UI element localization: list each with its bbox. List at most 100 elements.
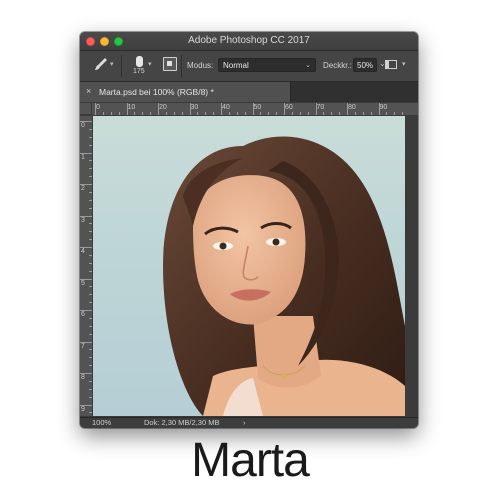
ruler-top-minor-tick <box>299 112 301 115</box>
ruler-top-minor-tick <box>236 112 238 115</box>
ruler-left-minor-tick <box>89 231 92 233</box>
ruler-left-label: 2 <box>81 185 85 192</box>
close-tab-icon[interactable]: × <box>86 86 91 96</box>
ruler-top-minor-tick <box>134 112 136 115</box>
ruler-left-tick <box>80 152 92 154</box>
ruler-top-label: 60 <box>285 104 293 111</box>
document-tab-label: Marta.psd bei 100% (RGB/8) * <box>99 87 214 97</box>
ruler-left-minor-tick <box>89 128 92 130</box>
caption: Marta <box>191 434 310 487</box>
ruler-top-minor-tick <box>394 112 396 115</box>
document-info: Dok: 2,30 MB/2,30 MB <box>144 418 220 427</box>
ruler-left-minor-tick <box>89 388 92 390</box>
deckkr-input[interactable]: 50% <box>353 58 377 72</box>
vertical-ruler[interactable]: 0 1 2 3 4 5 6 7 8 9 <box>80 116 93 416</box>
modus-value: Normal <box>223 61 249 70</box>
status-bar: 100% Dok: 2,30 MB/2,30 MB › <box>80 417 418 428</box>
ruler-corner[interactable] <box>80 103 92 115</box>
ruler-top-minor-tick <box>181 112 183 115</box>
ruler-top-tick <box>189 103 191 115</box>
ruler-left-label: 4 <box>81 248 85 255</box>
ruler-left-minor-tick <box>89 270 92 272</box>
portrait-photo <box>163 136 405 416</box>
modus-select[interactable]: Normal ⌄ <box>218 58 316 72</box>
ruler-top-minor-tick <box>386 112 388 115</box>
ruler-top-minor-tick <box>276 112 278 115</box>
ruler-top-minor-tick <box>118 112 120 115</box>
ruler-top-minor-tick <box>173 112 175 115</box>
ruler-top-minor-tick <box>291 112 293 115</box>
ruler-top-minor-tick <box>362 112 364 115</box>
ruler-top-tick <box>284 103 285 115</box>
separator <box>121 55 122 77</box>
ruler-left-minor-tick <box>89 176 92 178</box>
document-tab[interactable]: × Marta.psd bei 100% (RGB/8) * <box>80 82 291 102</box>
panel-chevron-down-icon[interactable]: ▾ <box>402 60 406 68</box>
ruler-top-label: 20 <box>159 104 167 111</box>
ruler-left-minor-tick <box>89 396 92 398</box>
ruler-top-minor-tick <box>228 112 230 115</box>
status-menu-arrow-icon[interactable]: › <box>243 418 246 427</box>
ruler-left-tick <box>80 121 92 122</box>
ruler-top-tick <box>378 103 380 115</box>
ruler-top-minor-tick <box>268 112 270 115</box>
ruler-left-minor-tick <box>89 365 92 367</box>
ruler-top-label: 30 <box>190 104 199 111</box>
tool-preset-chevron-down-icon[interactable]: ▾ <box>110 60 114 68</box>
ruler-left-minor-tick <box>89 207 92 209</box>
horizontal-ruler[interactable]: 0 10 20 30 40 50 60 70 80 90 <box>92 103 418 116</box>
panel-toggle-icon[interactable] <box>385 60 397 69</box>
ruler-top-tick <box>347 103 348 115</box>
ruler-left-label: 6 <box>81 311 85 318</box>
ruler-left-minor-tick <box>89 357 92 359</box>
zoom-level[interactable]: 100% <box>92 418 111 427</box>
document-tab-bar: × Marta.psd bei 100% (RGB/8) * <box>80 82 418 102</box>
deckkr-label: Deckkr.: <box>323 61 352 70</box>
ruler-left-minor-tick <box>89 294 92 296</box>
ruler-top-minor-tick <box>323 112 325 115</box>
ruler-left-minor-tick <box>89 144 92 146</box>
ruler-top-label: 70 <box>316 104 325 111</box>
ruler-top-minor-tick <box>402 112 404 115</box>
ruler-left-label: 0 <box>81 122 85 129</box>
ruler-left-minor-tick <box>89 317 92 319</box>
ruler-top-label: 90 <box>379 104 388 111</box>
modus-label: Modus: <box>187 61 214 70</box>
ruler-left-tick <box>80 184 92 185</box>
ruler-left-label: 7 <box>81 342 85 350</box>
document-canvas[interactable] <box>93 116 405 416</box>
ruler-top-tick <box>221 103 222 115</box>
title-bar: Adobe Photoshop CC 2017 <box>80 32 418 51</box>
ruler-left-minor-tick <box>89 333 92 335</box>
ruler-left-tick <box>80 215 92 217</box>
ruler-top-tick <box>126 103 128 115</box>
ruler-top-minor-tick <box>197 112 199 115</box>
brush-tool-icon[interactable] <box>94 57 108 74</box>
ruler-left-minor-tick <box>89 349 92 351</box>
ruler-left-minor-tick <box>89 302 92 304</box>
ruler-left-minor-tick <box>89 325 92 327</box>
ruler-left-tick <box>80 247 92 248</box>
ruler-left-tick <box>80 373 92 374</box>
ruler-left-minor-tick <box>89 136 92 138</box>
brush-settings-panel-icon[interactable] <box>163 57 177 71</box>
ruler-top-tick <box>95 103 96 115</box>
ruler-left-minor-tick <box>89 380 92 382</box>
ruler-top-label: 40 <box>222 104 230 111</box>
ruler-left-tick <box>80 341 92 343</box>
ruler-left-minor-tick <box>89 223 92 225</box>
ruler-top-label: 80 <box>348 104 356 111</box>
ruler-top-minor-tick <box>331 112 333 115</box>
options-bar: ▾ 175 ▾ Modus: Normal ⌄ Deckkr.: 50% ⌄ ▾ <box>80 51 418 82</box>
brush-picker-chevron-down-icon[interactable]: ▾ <box>148 60 152 68</box>
ruler-top-minor-tick <box>102 112 104 115</box>
brush-tip-icon[interactable] <box>136 56 143 67</box>
ruler-left-label: 5 <box>81 279 85 287</box>
ruler-top-tick <box>252 103 254 115</box>
ruler-left-label: 9 <box>81 405 85 413</box>
ruler-top-minor-tick <box>260 112 262 115</box>
ruler-top-minor-tick <box>307 112 309 115</box>
ruler-top-tick <box>315 103 317 115</box>
ruler-left-minor-tick <box>89 160 92 162</box>
ruler-top-minor-tick <box>150 112 152 115</box>
